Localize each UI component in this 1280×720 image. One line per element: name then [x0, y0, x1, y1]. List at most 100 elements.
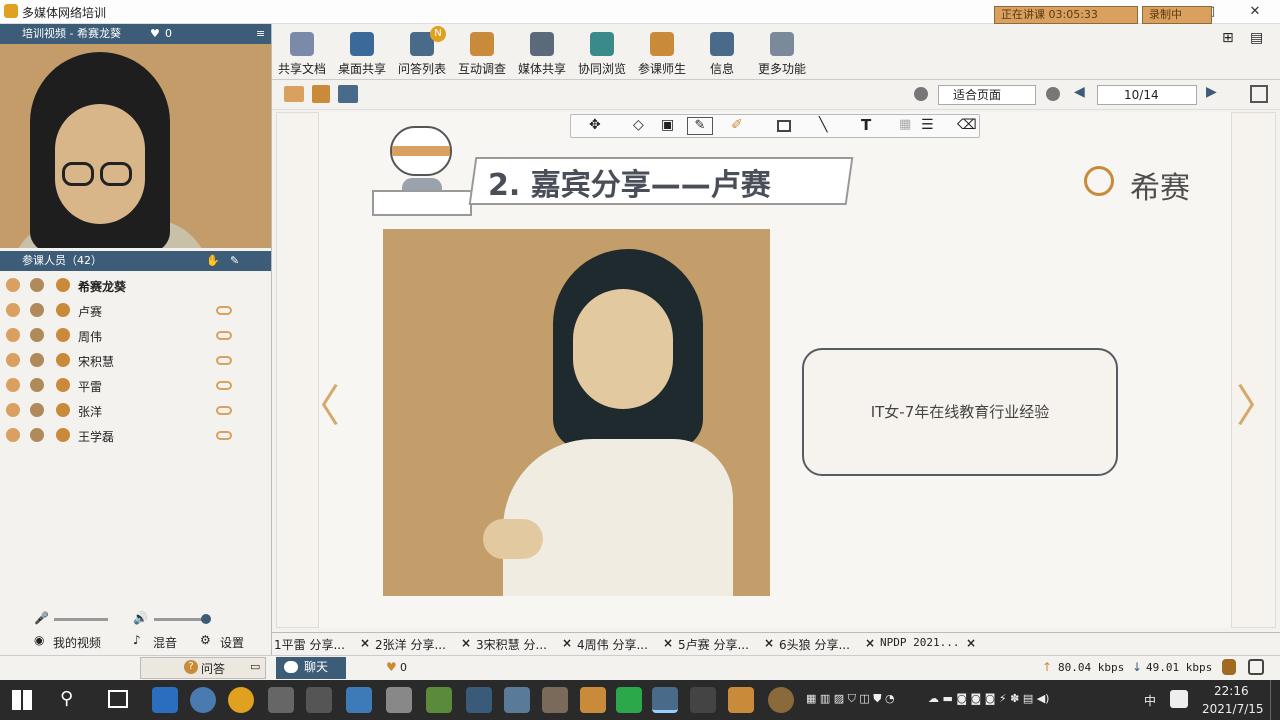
camera-status-icon[interactable] [30, 428, 44, 442]
app-icon-2[interactable] [268, 687, 294, 713]
participant-row[interactable]: 卢赛 [0, 298, 271, 323]
close-tab-icon[interactable]: × [764, 636, 774, 650]
mic-icon[interactable]: 🎤 [34, 611, 49, 625]
mix-icon[interactable]: ♪ [133, 633, 141, 647]
recording-status[interactable]: 录制中 [1142, 6, 1212, 24]
participant-row[interactable]: 宋积慧 [0, 348, 271, 373]
doc-tab[interactable]: 4周伟 分享... [577, 636, 648, 653]
mic-status-icon[interactable] [6, 378, 20, 392]
mic-status-icon[interactable] [6, 303, 20, 317]
sync-app-icon[interactable] [190, 687, 216, 713]
search-icon[interactable]: ⚲ [60, 688, 73, 709]
doc-tab[interactable]: 5卢赛 分享... [678, 636, 749, 653]
close-tab-icon[interactable]: × [360, 636, 370, 650]
zoom-select[interactable]: 适合页面 [938, 85, 1036, 105]
camera-status-icon[interactable] [30, 278, 44, 292]
doc-tab[interactable]: NPDP 2021... [880, 636, 959, 649]
speaker-icon[interactable]: 🔊 [133, 611, 148, 625]
zoom-in-icon[interactable] [914, 87, 928, 101]
participant-row[interactable]: 平雷 [0, 373, 271, 398]
hand-icon[interactable]: ✋ [206, 251, 220, 271]
ime-indicator[interactable]: 中 [1144, 692, 1156, 709]
next-page-button[interactable]: ▶ [1206, 84, 1217, 100]
participant-row[interactable]: 希赛龙葵 [0, 273, 271, 298]
mic-status-icon[interactable] [6, 428, 20, 442]
show-desktop-button[interactable] [1270, 680, 1280, 720]
clock-date[interactable]: 2021/7/15 [1202, 702, 1264, 716]
mic-status-icon[interactable] [6, 278, 20, 292]
video-menu-icon[interactable]: ≡ [256, 24, 265, 44]
layout-icon[interactable]: ▤ [1250, 30, 1263, 46]
tray-system-icons[interactable]: ☁ ▬ ◙ ◙ ◙ ⚡ ✽ ▤ ◀) [928, 692, 1049, 705]
camera-status-icon[interactable] [30, 378, 44, 392]
camera-status-icon[interactable] [30, 303, 44, 317]
doc-tab[interactable]: 1平雷 分享... [274, 636, 345, 653]
rectangle-tool-icon[interactable] [777, 120, 791, 132]
add-document-icon[interactable] [312, 85, 330, 103]
task-view-icon[interactable] [108, 690, 128, 708]
fullscreen-icon[interactable]: ⊞ [1222, 30, 1234, 46]
slide-prev-arrow[interactable]: 〈 [296, 370, 340, 434]
collapse-icon[interactable]: ▭ [250, 660, 260, 673]
stamp-icon[interactable]: ▣ [661, 117, 674, 133]
screen-capture-icon[interactable] [338, 85, 358, 103]
media-share-button[interactable]: 媒体共享 [512, 30, 572, 78]
app-icon-4[interactable] [346, 687, 372, 713]
windows-start-icon[interactable] [12, 690, 32, 710]
zoom-out-icon[interactable] [1046, 87, 1060, 101]
speaker-slider-knob[interactable] [201, 614, 211, 624]
app-icon-1[interactable] [228, 687, 254, 713]
mic-status-icon[interactable] [6, 403, 20, 417]
app-icon-9[interactable] [580, 687, 606, 713]
app-icon-3[interactable] [306, 687, 332, 713]
participant-row[interactable]: 周伟 [0, 323, 271, 348]
wechat-icon[interactable] [616, 687, 642, 713]
slide-next-arrow[interactable]: 〉 [1236, 370, 1280, 434]
app-icon-7[interactable] [504, 687, 530, 713]
app-icon-8[interactable] [542, 687, 568, 713]
participant-row[interactable]: 张洋 [0, 398, 271, 423]
gear-icon[interactable]: ⚙ [200, 633, 211, 647]
close-tab-icon[interactable]: × [461, 636, 471, 650]
prev-page-button[interactable]: ◀ [1074, 84, 1085, 100]
page-select[interactable]: 10/14 [1097, 85, 1197, 105]
input-app-icon[interactable] [1170, 690, 1188, 708]
text-tool-icon[interactable]: T [861, 116, 871, 134]
line-tool-icon[interactable]: ╲ [819, 117, 827, 133]
app-icon-12[interactable] [768, 687, 794, 713]
mix-button[interactable]: 混音 [153, 634, 177, 651]
highlighter-icon[interactable]: ✐ [731, 117, 743, 133]
chat-status-icon[interactable] [216, 406, 232, 415]
app-icon-5[interactable] [386, 687, 412, 713]
close-tab-icon[interactable]: × [663, 636, 673, 650]
pen-tool-icon[interactable]: ✎ [687, 117, 713, 135]
color-grid-icon[interactable]: ▦ [899, 117, 911, 132]
mic-status-icon[interactable] [6, 353, 20, 367]
my-video-button[interactable]: 我的视频 [53, 634, 101, 651]
chat-status-icon[interactable] [216, 331, 232, 340]
close-tab-icon[interactable]: × [865, 636, 875, 650]
tray-icons[interactable]: ▦ ▥ ▨ ⛉ ◫ ⛊ ◔ [806, 692, 895, 706]
clock-time[interactable]: 22:16 [1214, 684, 1249, 698]
more-functions-button[interactable]: 更多功能 [752, 30, 812, 78]
app-icon-6[interactable] [426, 687, 452, 713]
app-icon-11[interactable] [728, 687, 754, 713]
participants-button[interactable]: 参课师生 [632, 30, 692, 78]
app-icon-10[interactable] [690, 687, 716, 713]
shield-app-icon[interactable] [466, 687, 492, 713]
qa-label[interactable]: 问答 [201, 660, 225, 677]
move-tool-icon[interactable]: ✥ [589, 117, 601, 133]
camera-status-icon[interactable] [30, 328, 44, 342]
open-folder-icon[interactable] [284, 86, 304, 102]
expand-icon[interactable] [1248, 659, 1264, 675]
doc-tab[interactable]: 2张洋 分享... [375, 636, 446, 653]
doc-tab[interactable]: 6头狼 分享... [779, 636, 850, 653]
info-button[interactable]: 信息 [692, 30, 752, 78]
fit-screen-icon[interactable] [1250, 85, 1268, 103]
ie-browser-icon[interactable] [152, 687, 178, 713]
desktop-share-button[interactable]: 桌面共享 [332, 30, 392, 78]
close-tab-icon[interactable]: × [966, 636, 976, 650]
broom-icon[interactable]: ✎ [230, 251, 239, 271]
camera-icon[interactable]: ◉ [34, 633, 44, 647]
co-browse-button[interactable]: 协同浏览 [572, 30, 632, 78]
